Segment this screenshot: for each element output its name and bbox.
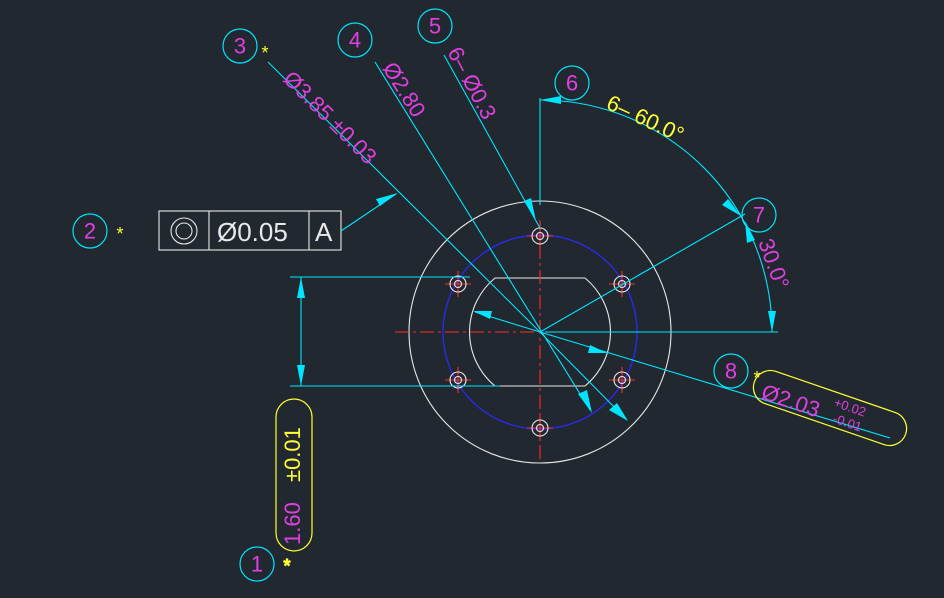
balloon-3[interactable]: 3 * <box>222 28 269 64</box>
balloon-2[interactable]: 2 * <box>72 213 124 249</box>
dim-1-tolerance: ±0.01 <box>280 427 305 482</box>
svg-text:*: * <box>116 224 123 244</box>
svg-text:3: 3 <box>234 34 246 59</box>
balloon-6[interactable]: 6 <box>554 65 590 101</box>
balloon-5[interactable]: 5 <box>417 8 453 44</box>
bolt-hole <box>527 415 553 441</box>
fcf-tolerance: Ø0.05 <box>217 217 288 247</box>
cad-drawing-canvas[interactable]: 1.60 ±0.01 Ø3.85 ±0.03 Ø2.80 6– Ø0.3 6– … <box>0 0 944 598</box>
svg-text:2: 2 <box>84 219 96 244</box>
dim-4-value: Ø2.80 <box>378 57 431 121</box>
bolt-hole <box>609 367 635 393</box>
svg-text:8: 8 <box>725 359 737 384</box>
feature-control-frame[interactable]: Ø0.05 A <box>158 193 398 251</box>
dimension-1[interactable]: 1.60 ±0.01 <box>275 276 500 552</box>
dim-1-value: 1.60 <box>280 502 305 545</box>
svg-text:6: 6 <box>566 71 578 96</box>
dim-8-value: Ø2.03 <box>758 379 823 422</box>
dim-3-value: Ø3.85 ±0.03 <box>278 66 381 169</box>
dim-7-value: 30.0° <box>753 235 794 292</box>
svg-text:7: 7 <box>753 203 765 228</box>
concentricity-icon <box>170 217 198 245</box>
balloon-7[interactable]: 7 <box>741 197 777 233</box>
svg-text:1: 1 <box>251 552 263 577</box>
balloon-8[interactable]: 8 * <box>713 353 761 389</box>
dimension-5[interactable]: 6– Ø0.3 <box>443 43 541 229</box>
balloon-4[interactable]: 4 <box>337 22 373 58</box>
bolt-hole <box>609 271 635 297</box>
svg-text:4: 4 <box>349 28 361 53</box>
dim-6-value: 6– 60.0° <box>603 90 688 147</box>
balloon-1[interactable]: 1 * <box>239 546 291 582</box>
svg-text:*: * <box>283 556 290 576</box>
svg-text:*: * <box>753 368 760 388</box>
bolt-hole <box>445 367 471 393</box>
svg-text:*: * <box>261 43 268 63</box>
bolt-hole <box>445 271 471 297</box>
dim-5-value: 6– Ø0.3 <box>443 43 502 124</box>
svg-text:5: 5 <box>429 14 441 39</box>
fcf-datum: A <box>315 217 333 247</box>
